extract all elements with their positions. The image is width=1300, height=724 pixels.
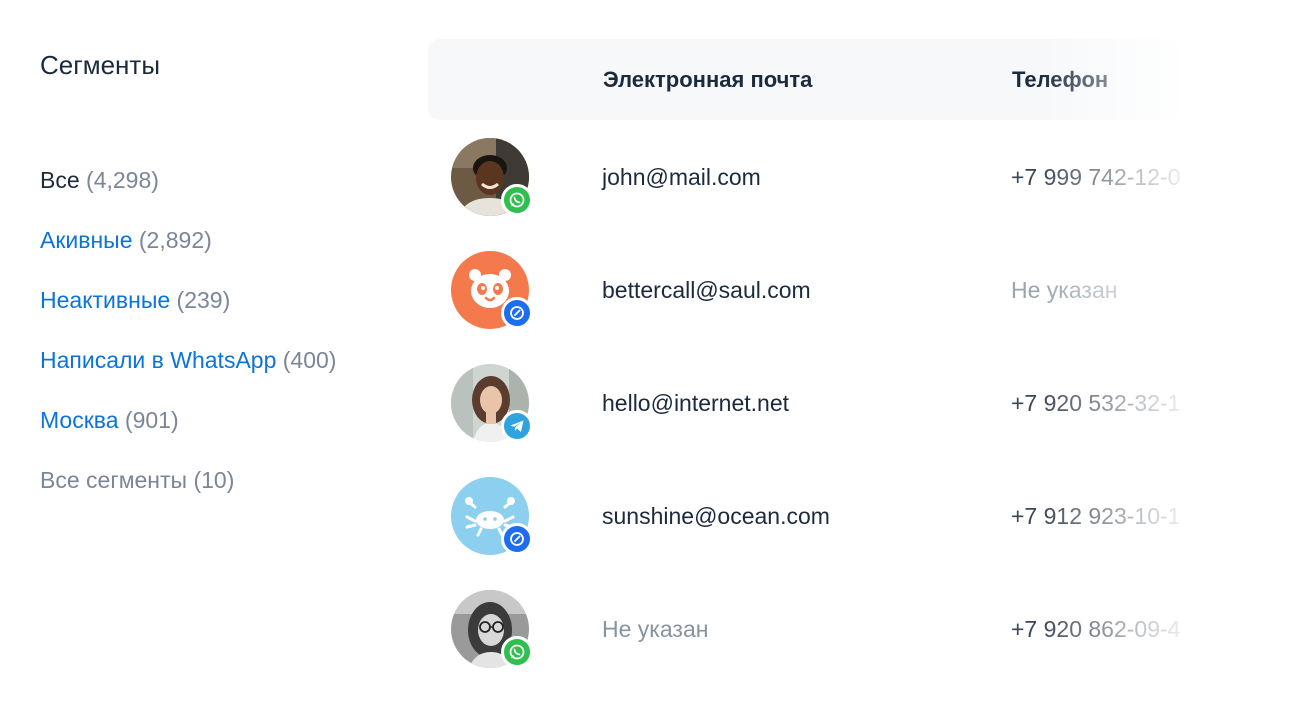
table-header: Электронная почта Телефон <box>428 39 1180 120</box>
segment-label: Все сегменты <box>40 467 188 493</box>
segment-label: Неактивные <box>40 287 171 313</box>
sidebar-title: Сегменты <box>40 50 161 80</box>
segment-inactive[interactable]: Неактивные (239) <box>40 287 230 314</box>
email-cell: john@mail.com <box>602 164 761 190</box>
telegram-icon <box>501 410 533 442</box>
segment-label: Акивные <box>40 227 133 253</box>
segment-all-segments[interactable]: Все сегменты (10) <box>40 467 234 494</box>
phone-cell: +7 920 862-09-4 <box>1011 616 1181 642</box>
phone-cell: Не указан <box>1011 277 1118 303</box>
whatsapp-icon <box>501 184 533 216</box>
segment-count: (239) <box>176 287 231 313</box>
avatar[interactable] <box>451 477 533 557</box>
segment-moscow[interactable]: Москва (901) <box>40 407 179 434</box>
table-row[interactable]: sunshine@ocean.com +7 912 923-10-1 <box>428 477 1300 577</box>
segment-count: (4,298) <box>86 167 159 193</box>
column-header-phone[interactable]: Телефон <box>1012 67 1108 93</box>
segment-label: Москва <box>40 407 119 433</box>
segment-all[interactable]: Все (4,298) <box>40 167 159 194</box>
chat-icon <box>501 297 533 329</box>
column-header-email[interactable]: Электронная почта <box>603 67 812 93</box>
whatsapp-icon <box>501 636 533 668</box>
avatar[interactable] <box>451 364 533 444</box>
segment-count: (2,892) <box>138 227 212 253</box>
table-row[interactable]: bettercall@saul.com Не указан <box>428 251 1300 351</box>
avatar[interactable] <box>451 590 533 670</box>
segment-label: Написали в WhatsApp <box>40 347 277 373</box>
avatar[interactable] <box>451 251 533 331</box>
phone-cell: +7 999 742-12-0 <box>1011 164 1181 190</box>
email-cell: sunshine@ocean.com <box>602 503 830 529</box>
segment-count: (901) <box>124 407 179 433</box>
segments-sidebar: Сегменты Все (4,298) Акивные (2,892) Неа… <box>40 0 400 724</box>
chat-icon <box>501 523 533 555</box>
email-cell: hello@internet.net <box>602 390 790 416</box>
contacts-table: Электронная почта Телефон john@mail.com … <box>428 39 1300 724</box>
table-row[interactable]: john@mail.com +7 999 742-12-0 <box>428 138 1300 238</box>
table-row[interactable]: hello@internet.net +7 920 532-32-1 <box>428 364 1300 464</box>
segment-count: (10) <box>193 467 235 493</box>
segment-whatsapp[interactable]: Написали в WhatsApp (400) <box>40 347 336 374</box>
email-cell: bettercall@saul.com <box>602 277 811 303</box>
email-cell: Не указан <box>602 616 709 642</box>
segment-count: (400) <box>282 347 337 373</box>
segment-active[interactable]: Акивные (2,892) <box>40 227 212 254</box>
phone-cell: +7 920 532-32-1 <box>1011 390 1181 416</box>
avatar[interactable] <box>451 138 533 218</box>
table-row[interactable]: Не указан +7 920 862-09-4 <box>428 590 1300 690</box>
segment-label: Все <box>40 167 80 193</box>
phone-cell: +7 912 923-10-1 <box>1011 503 1181 529</box>
